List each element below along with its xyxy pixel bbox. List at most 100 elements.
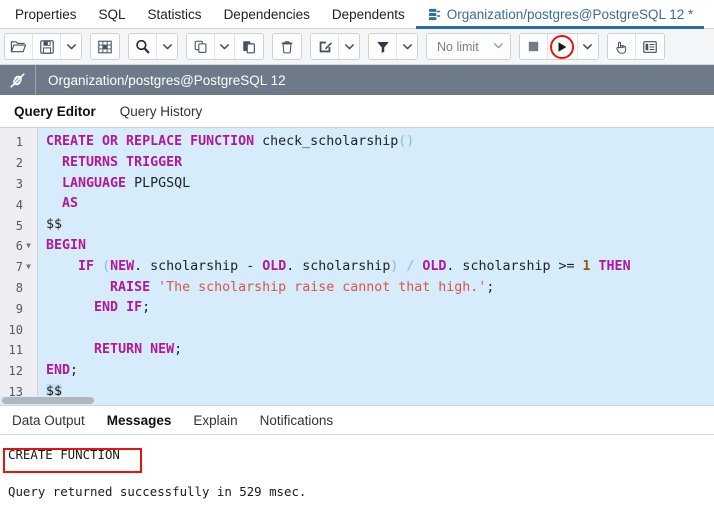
tab-statistics[interactable]: Statistics xyxy=(137,0,213,28)
code-token: NEW xyxy=(110,258,135,274)
find-button[interactable] xyxy=(129,34,157,59)
tab-notifications-label: Notifications xyxy=(259,412,334,428)
code-token: . scholarship xyxy=(286,258,391,274)
row-limit-select[interactable]: No limit xyxy=(426,33,511,60)
sql-code-area[interactable]: CREATE OR REPLACE FUNCTION check_scholar… xyxy=(38,128,714,405)
line-number: 10▼ xyxy=(8,322,23,337)
open-file-button[interactable] xyxy=(5,34,33,59)
tab-explain[interactable]: Explain xyxy=(193,413,237,428)
file-button-group xyxy=(4,33,82,60)
message-result: CREATE FUNCTION xyxy=(8,447,120,462)
editor-horizontal-scrollbar[interactable] xyxy=(0,396,714,405)
line-number: 7 ▼ xyxy=(0,257,37,278)
line-number: 2▼ xyxy=(15,156,23,171)
editor-vertical-scrollbar[interactable] xyxy=(705,128,714,405)
tab-query-tool[interactable]: Organization/postgres@PostgreSQL 12 * xyxy=(415,0,705,29)
tab-dependencies[interactable]: Dependencies xyxy=(213,0,321,28)
code-line: AS xyxy=(46,194,714,215)
tab-query-editor-label: Query Editor xyxy=(14,103,96,119)
tab-query-editor[interactable]: Query Editor xyxy=(14,104,96,119)
tab-dependents-label: Dependents xyxy=(331,6,405,22)
edit-button[interactable] xyxy=(311,34,339,59)
code-token: CREATE OR REPLACE FUNCTION xyxy=(46,134,255,149)
find-dropdown-button[interactable] xyxy=(157,34,177,59)
tab-sql[interactable]: SQL xyxy=(88,0,137,28)
find-button-group xyxy=(128,33,178,60)
clipboard-button-group xyxy=(186,33,264,60)
grid-button-group xyxy=(90,33,120,60)
delete-button[interactable] xyxy=(273,34,301,59)
output-tab-bar: Data Output Messages Explain Notificatio… xyxy=(0,405,714,435)
execute-query-button[interactable] xyxy=(547,34,578,59)
code-token: THEN xyxy=(598,258,631,274)
tab-sql-label: SQL xyxy=(98,6,126,22)
code-token: . scholarship xyxy=(134,258,247,274)
edit-button-group xyxy=(310,33,360,60)
code-line: BEGIN xyxy=(46,236,714,257)
code-token: 1 xyxy=(582,258,591,274)
copy-dropdown-button[interactable] xyxy=(215,34,235,59)
code-token: RAISE xyxy=(110,279,151,295)
message-status: Query returned successfully in 529 msec. xyxy=(8,484,307,499)
tab-notifications[interactable]: Notifications xyxy=(260,413,334,428)
filter-button[interactable] xyxy=(369,34,397,59)
tab-messages[interactable]: Messages xyxy=(107,413,172,428)
tab-statistics-label: Statistics xyxy=(147,6,202,22)
line-number: 8▼ xyxy=(15,280,23,295)
editor-horizontal-scroll-thumb[interactable] xyxy=(2,397,94,404)
code-token: . scholarship >= xyxy=(446,258,583,274)
play-triangle-icon xyxy=(555,40,569,54)
tab-properties[interactable]: Properties xyxy=(4,0,88,28)
object-tab-bar: Properties SQL Statistics Dependencies D… xyxy=(0,0,714,29)
tab-properties-label: Properties xyxy=(15,6,77,22)
line-number: 3▼ xyxy=(15,176,23,191)
fold-arrow-icon[interactable]: ▼ xyxy=(23,242,34,250)
tab-query-history-label: Query History xyxy=(119,103,203,119)
chevron-down-icon xyxy=(493,38,504,56)
filter-dropdown-button[interactable] xyxy=(397,34,417,59)
code-token: AS xyxy=(62,196,79,212)
execute-dropdown-button[interactable] xyxy=(577,34,598,59)
code-token: ; xyxy=(174,341,183,357)
panel-toggle-button[interactable] xyxy=(635,34,664,59)
tab-dependents[interactable]: Dependents xyxy=(321,0,416,28)
stop-query-button[interactable] xyxy=(519,34,548,59)
code-token: ; xyxy=(142,300,151,316)
line-number: 5▼ xyxy=(15,218,23,233)
tab-query-tool-label: Organization/postgres@PostgreSQL 12 * xyxy=(446,6,694,22)
tab-query-history[interactable]: Query History xyxy=(120,104,203,119)
code-token: OLD xyxy=(422,258,447,274)
code-token: RETURNS TRIGGER xyxy=(62,154,183,170)
copy-button[interactable] xyxy=(187,34,215,59)
tab-data-output[interactable]: Data Output xyxy=(12,413,85,428)
line-number: 6 ▼ xyxy=(0,236,37,257)
code-line: END; xyxy=(46,361,714,382)
code-line: LANGUAGE PLPGSQL xyxy=(46,174,714,195)
code-token: LANGUAGE xyxy=(62,175,127,191)
save-file-button[interactable] xyxy=(33,34,61,59)
query-toolbar: No limit xyxy=(0,29,714,65)
code-line: RAISE 'The scholarship raise cannot that… xyxy=(46,278,714,299)
code-token: $$ xyxy=(46,217,63,233)
edit-grid-button[interactable] xyxy=(91,34,119,59)
connection-title: Organization/postgres@PostgreSQL 12 xyxy=(48,72,286,88)
fold-arrow-icon[interactable]: ▼ xyxy=(23,263,34,271)
save-dropdown-button[interactable] xyxy=(61,34,81,59)
code-token: ( xyxy=(102,258,111,274)
disconnect-plug-icon[interactable] xyxy=(0,65,36,95)
macro-hand-button[interactable] xyxy=(607,34,636,59)
line-number: 11▼ xyxy=(8,343,23,358)
code-token: END IF xyxy=(94,300,143,316)
code-token: - xyxy=(246,258,255,274)
edit-dropdown-button[interactable] xyxy=(339,34,359,59)
paste-button[interactable] xyxy=(235,34,263,59)
sql-editor[interactable]: 1▼2▼3▼4▼5▼6▼7▼8▼9▼10▼11▼12▼13▼ CREATE OR… xyxy=(0,128,714,405)
code-token: RETURN NEW xyxy=(94,341,175,357)
